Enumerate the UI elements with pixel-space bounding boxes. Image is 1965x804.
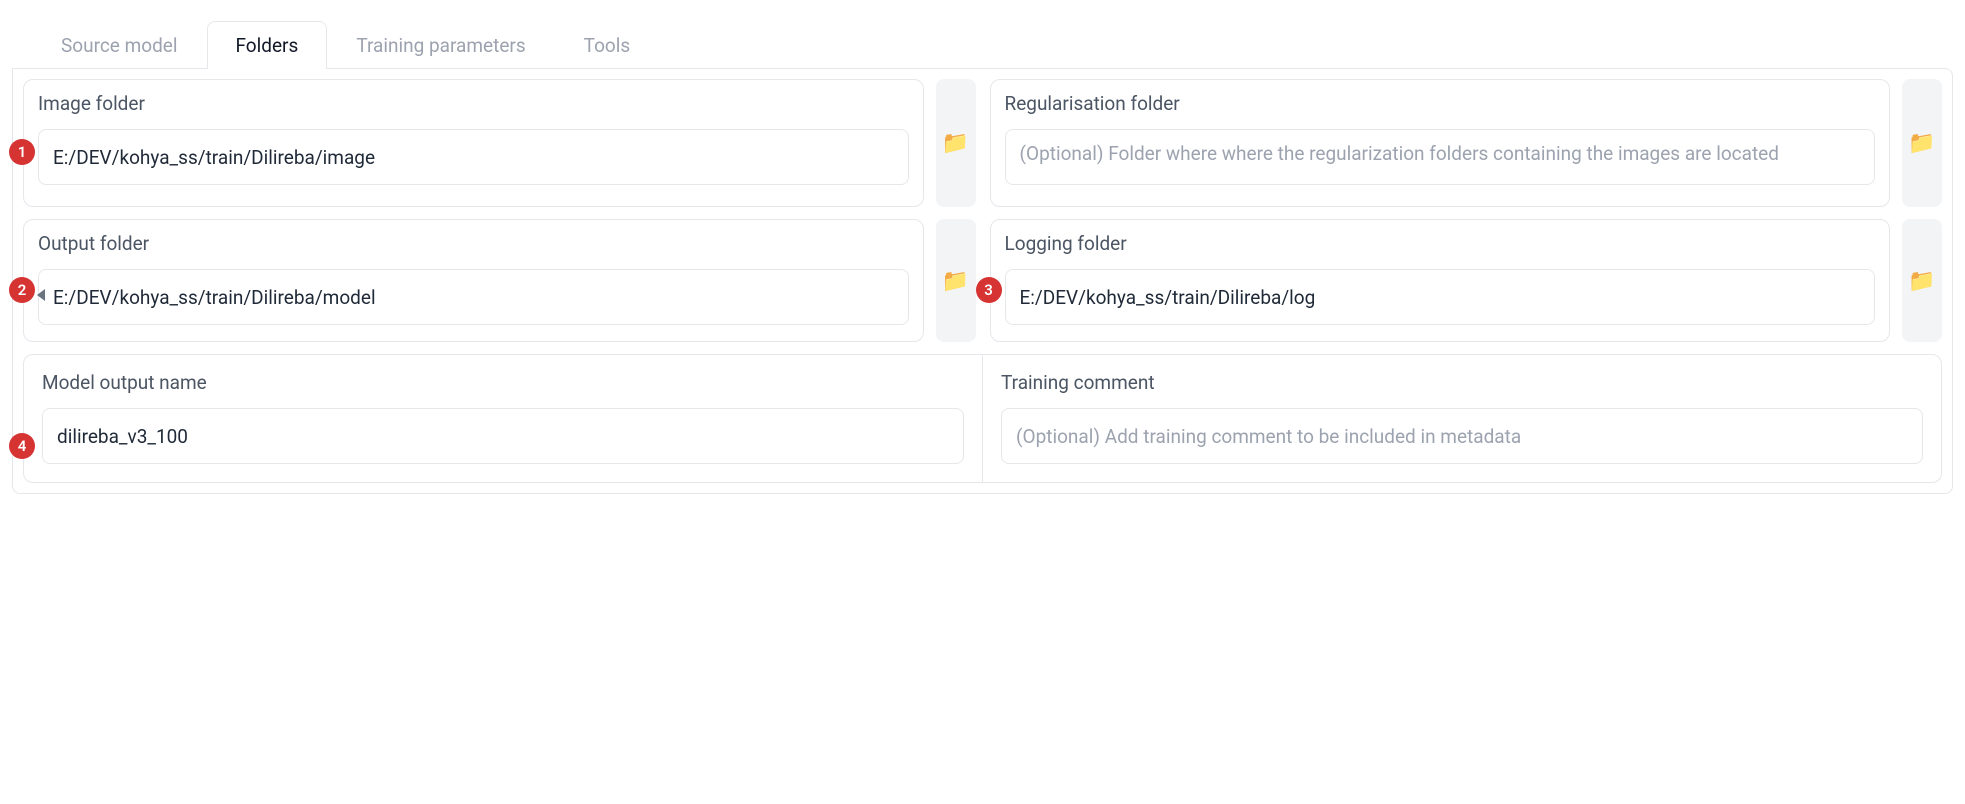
logging-folder-card: Logging folder	[990, 219, 1891, 342]
regularisation-folder-browse-button[interactable]: 📁	[1902, 79, 1942, 207]
folder-icon: 📁	[1908, 268, 1935, 294]
output-folder-input[interactable]	[38, 269, 909, 325]
tab-source-model[interactable]: Source model	[32, 21, 207, 69]
model-output-name-input[interactable]	[42, 408, 964, 464]
output-folder-browse-button[interactable]: 📁	[936, 219, 976, 342]
training-comment-input[interactable]	[1001, 408, 1923, 464]
annotation-badge-3: 3	[976, 277, 1002, 303]
caret-left-icon	[37, 289, 45, 301]
training-comment-label: Training comment	[1001, 371, 1923, 394]
model-output-name-card: Model output name	[23, 354, 982, 483]
output-folder-card: Output folder	[23, 219, 924, 342]
output-folder-label: Output folder	[38, 232, 909, 255]
tab-bar: Source model Folders Training parameters…	[12, 20, 1953, 68]
logging-folder-input[interactable]	[1005, 269, 1876, 325]
model-output-name-label: Model output name	[42, 371, 964, 394]
logging-folder-label: Logging folder	[1005, 232, 1876, 255]
tab-tools[interactable]: Tools	[555, 21, 660, 69]
folder-icon: 📁	[942, 130, 969, 156]
tab-folders[interactable]: Folders	[207, 21, 328, 69]
image-folder-input[interactable]	[38, 129, 909, 185]
regularisation-folder-label: Regularisation folder	[1005, 92, 1876, 115]
annotation-badge-2: 2	[9, 277, 35, 303]
folders-panel: 1 Image folder 📁 Regularisation folder 📁…	[12, 68, 1953, 494]
folder-icon: 📁	[942, 268, 969, 294]
annotation-badge-1: 1	[9, 139, 35, 165]
folder-icon: 📁	[1908, 130, 1935, 156]
image-folder-card: Image folder	[23, 79, 924, 207]
regularisation-folder-card: Regularisation folder	[990, 79, 1891, 207]
image-folder-label: Image folder	[38, 92, 909, 115]
regularisation-folder-input[interactable]	[1005, 129, 1876, 185]
logging-folder-browse-button[interactable]: 📁	[1902, 219, 1942, 342]
tab-training-parameters[interactable]: Training parameters	[327, 21, 554, 69]
image-folder-browse-button[interactable]: 📁	[936, 79, 976, 207]
annotation-badge-4: 4	[9, 433, 35, 459]
training-comment-card: Training comment	[982, 354, 1942, 483]
